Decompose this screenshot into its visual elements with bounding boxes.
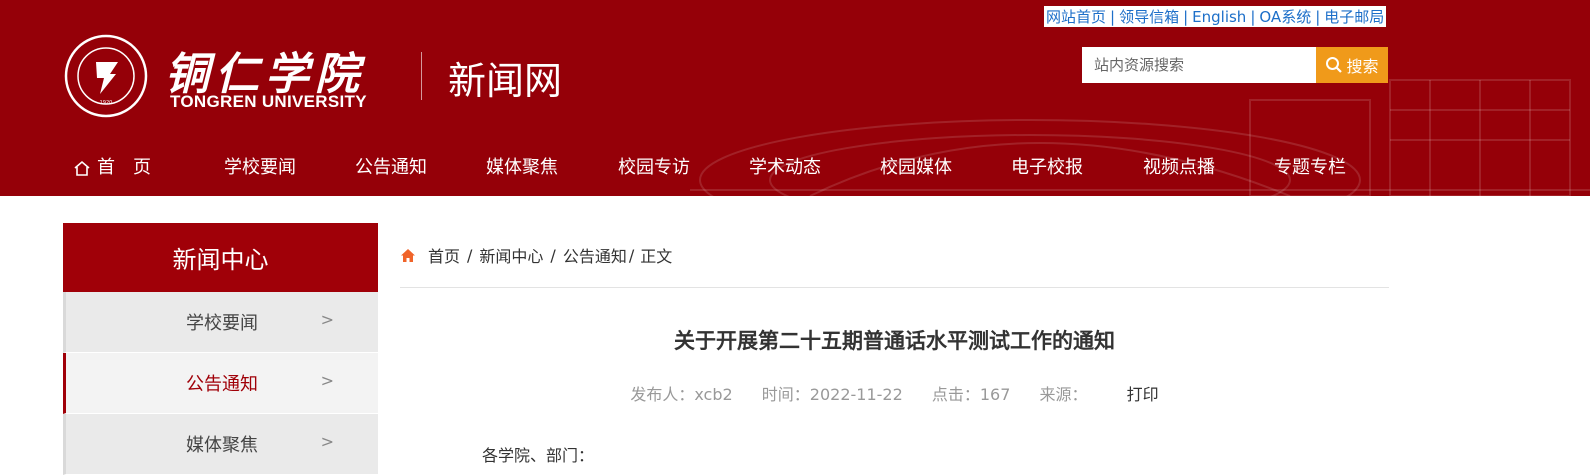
nav-home[interactable]: 首 页 — [73, 148, 151, 188]
nav-announcements[interactable]: 公告通知 — [355, 148, 427, 188]
search-input[interactable] — [1082, 47, 1316, 83]
sidebar-title: 新闻中心 — [63, 223, 378, 292]
search-button[interactable]: 搜索 — [1316, 47, 1388, 83]
sidebar-item-label: 学校要闻 — [186, 313, 258, 334]
search-button-label: 搜索 — [1346, 57, 1379, 76]
nav-e-newspaper[interactable]: 电子校报 — [1011, 148, 1083, 188]
main-nav: 首 页 学校要闻 公告通知 媒体聚焦 校园专访 学术动态 校园媒体 电子校报 视… — [0, 148, 1590, 188]
chevron-right-icon: > — [320, 371, 334, 390]
breadcrumb-current: 正文 — [640, 247, 673, 266]
breadcrumb-news-center[interactable]: 新闻中心 — [479, 243, 543, 267]
nav-school-news[interactable]: 学校要闻 — [224, 148, 296, 188]
sidebar: 新闻中心 学校要闻 > 公告通知 > 媒体聚焦 > — [63, 223, 378, 475]
nav-home-label: 首 页 — [97, 157, 151, 178]
home-icon — [401, 248, 415, 262]
breadcrumb: 首页 / 新闻中心 / 公告通知 / 正文 — [400, 243, 672, 267]
article-title: 关于开展第二十五期普通话水平测试工作的通知 — [674, 329, 1115, 353]
sidebar-item-label: 媒体聚焦 — [186, 435, 258, 456]
nav-campus-media[interactable]: 校园媒体 — [880, 148, 952, 188]
sidebar-item-announcements[interactable]: 公告通知 > — [63, 353, 378, 414]
article-meta: 发布人：xcb2 时间：2022-11-22 点击：167 来源： 打印 — [400, 381, 1389, 405]
top-link-email[interactable]: 电子邮局 — [1324, 6, 1384, 27]
logo-english-name: TONGREN UNIVERSITY — [170, 92, 367, 111]
top-link-english[interactable]: English — [1192, 8, 1246, 26]
divider — [400, 287, 1389, 288]
site-search: 搜索 — [1082, 47, 1388, 83]
chevron-right-icon: > — [320, 432, 334, 451]
top-links-bar: 网站首页 | 领导信箱 | English | OA系统 | 电子邮局 — [1044, 6, 1387, 27]
top-link-home[interactable]: 网站首页 — [1046, 6, 1106, 27]
top-link-oa-system[interactable]: OA系统 — [1259, 6, 1311, 27]
nav-campus-interviews[interactable]: 校园专访 — [618, 148, 690, 188]
university-seal-logo[interactable]: 1920 — [64, 34, 148, 118]
home-icon — [74, 160, 90, 176]
breadcrumb-home[interactable]: 首页 — [428, 243, 460, 267]
sidebar-item-label: 公告通知 — [186, 374, 258, 395]
search-icon — [1326, 57, 1343, 73]
article-source: 来源： — [1039, 385, 1088, 404]
article-publisher: 发布人：xcb2 — [630, 385, 733, 404]
print-button[interactable]: 打印 — [1127, 385, 1159, 404]
link-separator: | — [1250, 7, 1256, 26]
article-date: 时间：2022-11-22 — [761, 385, 903, 404]
top-link-leader-mailbox[interactable]: 领导信箱 — [1119, 6, 1179, 27]
breadcrumb-separator: / — [628, 245, 635, 265]
link-separator: | — [1183, 7, 1189, 26]
nav-special-topics[interactable]: 专题专栏 — [1274, 148, 1346, 188]
breadcrumb-announcements[interactable]: 公告通知 — [563, 243, 627, 267]
chevron-right-icon: > — [320, 310, 334, 329]
sidebar-item-media-focus[interactable]: 媒体聚焦 > — [63, 414, 378, 475]
site-header: 网站首页 | 领导信箱 | English | OA系统 | 电子邮局 1920 铜仁学… — [0, 0, 1590, 196]
link-separator: | — [1315, 7, 1321, 26]
logo-divider — [421, 52, 422, 100]
nav-academic-news[interactable]: 学术动态 — [749, 148, 821, 188]
sidebar-item-school-news[interactable]: 学校要闻 > — [63, 292, 378, 353]
article-body-start: 各学院、部门： — [482, 446, 595, 465]
breadcrumb-separator: / — [467, 245, 473, 265]
breadcrumb-separator: / — [550, 245, 556, 265]
nav-media-focus[interactable]: 媒体聚焦 — [486, 148, 558, 188]
link-separator: | — [1110, 7, 1116, 26]
svg-text:1920: 1920 — [100, 100, 113, 106]
nav-video-on-demand[interactable]: 视频点播 — [1143, 148, 1215, 188]
site-name: 新闻网 — [448, 59, 563, 103]
article-click-count: 点击：167 — [931, 385, 1011, 404]
